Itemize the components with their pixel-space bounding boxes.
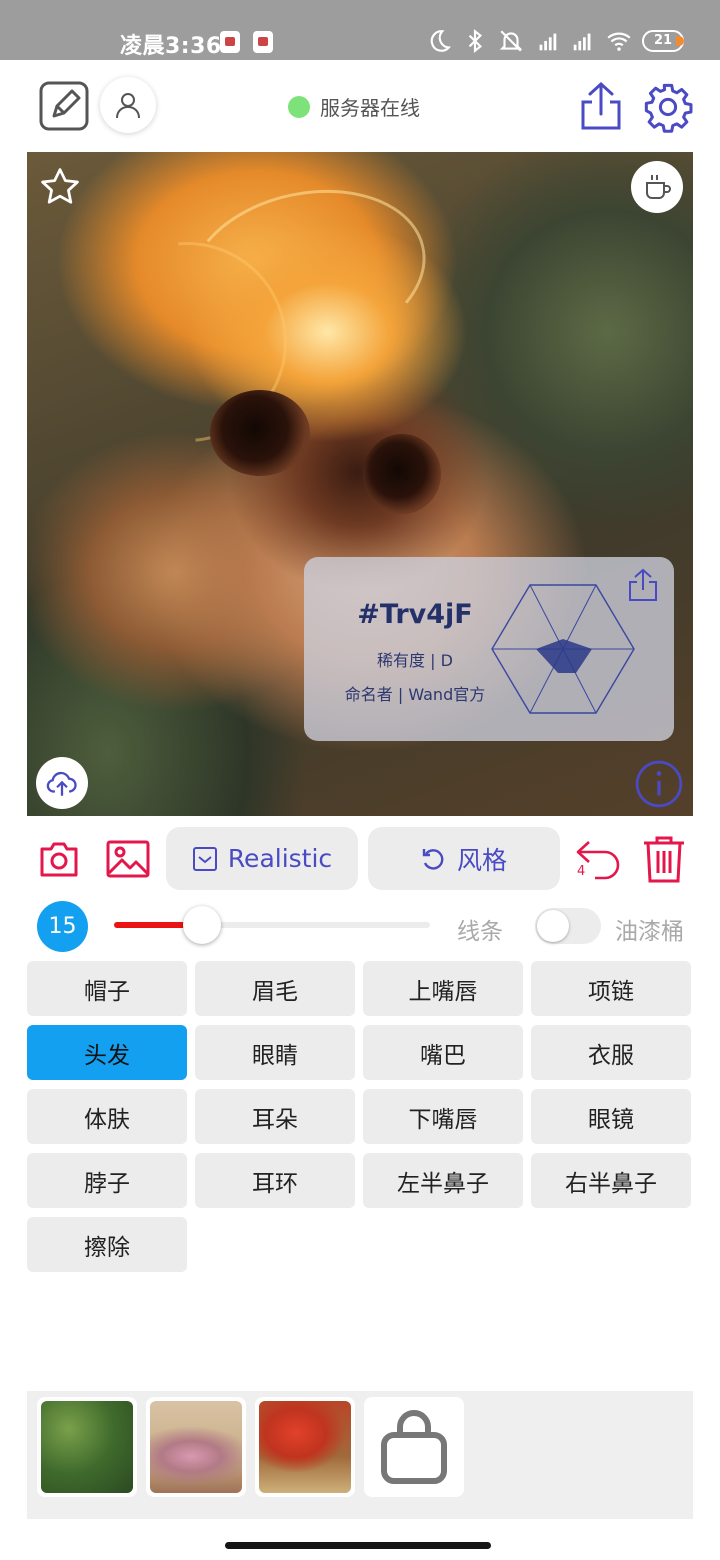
face-part-grid: 帽子 眉毛 上嘴唇 项链头发 眼睛 嘴巴 衣服体肤 耳朵 下嘴唇 眼镜脖子 耳环 左半鼻子 右半鼻子擦除 [27,961,691,1272]
style-thumbnail[interactable] [255,1397,355,1497]
status-bar: 凌晨3:36 21 [0,0,720,60]
part-option[interactable]: 眼镜 [531,1089,691,1144]
home-indicator[interactable] [225,1542,491,1549]
upload-button[interactable] [36,757,88,809]
image-gallery-icon [106,840,150,878]
gear-icon [644,83,693,133]
style-button[interactable]: 风格 [368,827,560,890]
portrait-eye-left [210,390,310,476]
rotate-ccw-icon [422,848,444,870]
shopping-bag-icon [381,1410,447,1484]
part-option[interactable]: 衣服 [531,1025,691,1080]
part-option[interactable]: 眼睛 [195,1025,355,1080]
camera-button[interactable] [36,836,82,882]
part-option[interactable]: 帽子 [27,961,187,1016]
style-thumbnail[interactable] [37,1397,137,1497]
status-icons: 21 [426,26,684,56]
star-icon [41,168,79,204]
part-option[interactable]: 头发 [27,1025,187,1080]
share-icon [581,81,621,130]
pink-blossom-thumbnail [150,1401,242,1493]
server-status-label: 服务器在线 [320,96,420,120]
app-screen: 凌晨3:36 21 服务器在线 #Trv4jF 稀有度 | D 命名者 | Wa… [0,0,720,1560]
brush-size-slider[interactable] [114,906,430,944]
part-option[interactable]: 耳环 [195,1153,355,1208]
part-option[interactable]: 项链 [531,961,691,1016]
bluetooth-icon [468,28,483,54]
part-option[interactable]: 体肤 [27,1089,187,1144]
info-button[interactable] [633,758,685,810]
paint-bucket-toggle[interactable] [535,908,601,944]
part-option[interactable]: 眉毛 [195,961,355,1016]
settings-button[interactable] [642,81,694,133]
green-foliage-thumbnail [41,1401,133,1493]
server-status: 服务器在线 [288,92,420,121]
edit-pen-icon [39,81,89,131]
style-thumbnail[interactable] [146,1397,246,1497]
brush-size-badge: 15 [37,901,88,952]
undo-count: 4 [577,864,586,879]
notification-shield-icon [253,31,273,53]
realistic-mode-label: Realistic [227,844,333,873]
coffee-button[interactable] [631,161,683,213]
style-label: 风格 [456,845,507,875]
part-option[interactable]: 左半鼻子 [363,1153,523,1208]
brush-size-thumb[interactable] [183,906,222,944]
favorite-button[interactable] [37,164,83,210]
part-option[interactable]: 上嘴唇 [363,961,523,1016]
gallery-button[interactable] [104,838,152,880]
mute-bell-icon [499,30,523,52]
user-icon [116,93,140,119]
notification-app-icon [220,31,240,53]
style-thumbnail-tray [27,1391,693,1519]
user-profile-button[interactable] [100,77,156,133]
battery-indicator: 21 [642,30,684,52]
style-store-button[interactable] [364,1397,464,1497]
attribute-radar-chart [491,584,635,714]
generated-image-canvas[interactable]: #Trv4jF 稀有度 | D 命名者 | Wand官方 [27,152,693,816]
card-share-button[interactable] [626,567,660,603]
do-not-disturb-moon-icon [430,30,452,52]
trash-icon [644,836,684,883]
checkbox-icon [192,846,217,871]
part-option[interactable]: 耳朵 [195,1089,355,1144]
signal-icon [573,33,591,51]
camera-icon [40,842,78,877]
wifi-icon [607,32,631,51]
signal-hd-icon [539,33,557,51]
part-option[interactable]: 右半鼻子 [531,1153,691,1208]
coffee-cup-icon [646,175,671,199]
edit-canvas-button[interactable] [38,80,90,132]
part-option[interactable]: 擦除 [27,1217,187,1272]
status-time: 凌晨3:36 [120,34,222,59]
portrait-eye-right [363,434,441,514]
delete-button[interactable] [640,834,688,884]
share-button[interactable] [578,80,624,132]
line-mode-label: 线条 [457,919,503,945]
part-option[interactable]: 嘴巴 [363,1025,523,1080]
paint-bucket-label: 油漆桶 [615,919,684,945]
image-info-card: #Trv4jF 稀有度 | D 命名者 | Wand官方 [304,557,674,741]
part-option[interactable]: 脖子 [27,1153,187,1208]
part-option[interactable]: 下嘴唇 [363,1089,523,1144]
share-icon [629,568,657,601]
red-flowers-thumbnail [259,1401,351,1493]
cloud-upload-icon [46,771,77,796]
info-icon [635,760,683,808]
realistic-mode-button[interactable]: Realistic [166,827,358,890]
server-status-dot [288,95,310,118]
